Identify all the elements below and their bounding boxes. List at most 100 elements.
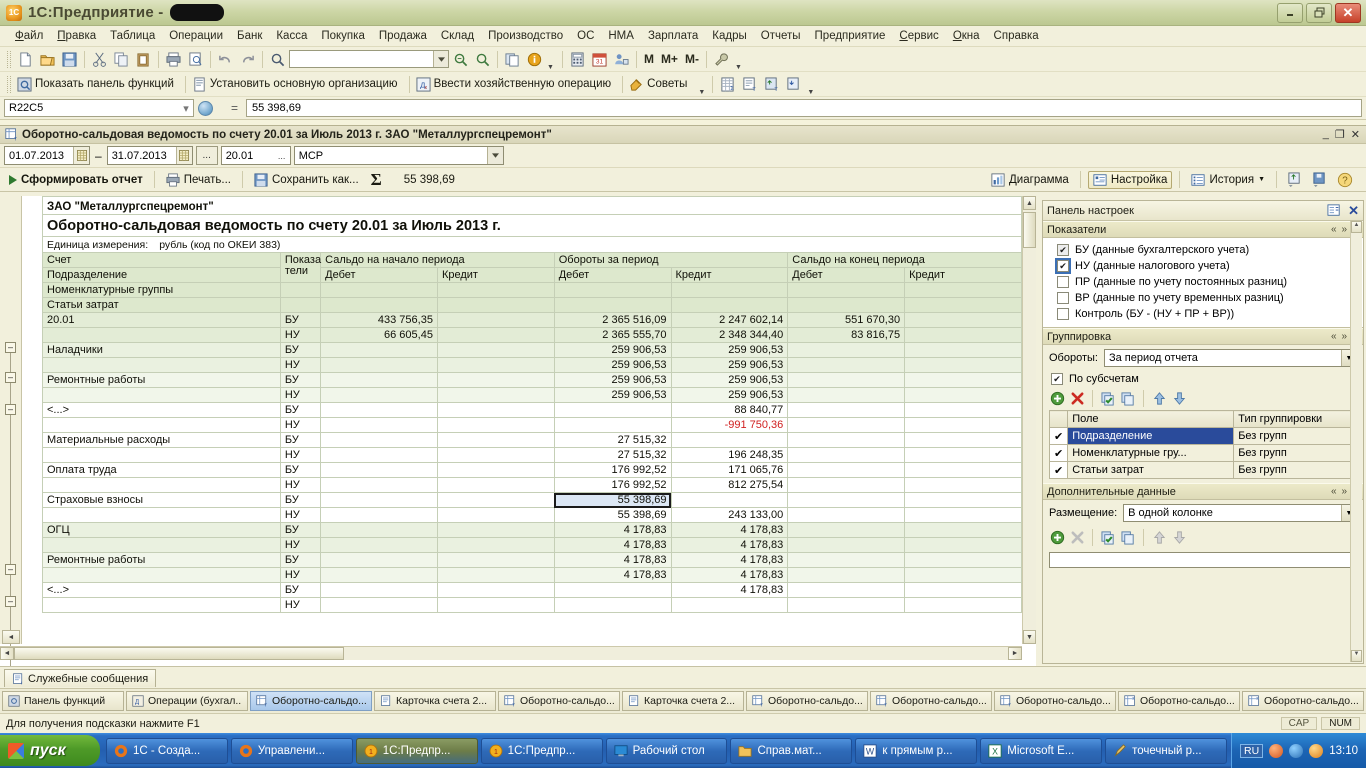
table-row[interactable]: Оплата труда БУ 176 992,52 171 065,76 — [42, 462, 1022, 478]
calendar-picker-icon-2[interactable] — [175, 147, 192, 164]
cell-turn-debit[interactable] — [553, 417, 672, 433]
cell-turn-credit[interactable]: 243 133,00 — [670, 507, 789, 523]
info-icon[interactable] — [524, 49, 545, 70]
move-down-icon[interactable] — [1171, 391, 1187, 407]
grouping-row-1[interactable]: ✔ Номенклатурные гру... Без групп — [1048, 444, 1357, 462]
history-chevron-down-icon[interactable]: ▼ — [1258, 176, 1265, 183]
cell-turn-credit[interactable]: 4 178,83 — [670, 567, 789, 583]
cell-label[interactable]: <...> — [42, 582, 281, 598]
add-additional-icon[interactable] — [1049, 530, 1065, 546]
cell-turn-debit[interactable]: 259 906,53 — [553, 357, 672, 373]
menu-item-18[interactable]: Справка — [987, 28, 1046, 44]
cell-start-credit[interactable] — [436, 537, 555, 553]
cell-end-debit[interactable] — [787, 387, 906, 403]
cell-end-debit[interactable] — [787, 402, 906, 418]
indicator-row-4[interactable]: Контроль (БУ - (НУ + ПР + ВР)) — [1043, 306, 1363, 322]
account-input[interactable]: 20.01 ... — [220, 146, 291, 165]
cell-start-debit[interactable] — [320, 342, 438, 358]
start-button[interactable]: пуск — [0, 735, 100, 766]
cell-start-credit[interactable] — [436, 432, 555, 448]
menu-item-4[interactable]: Банк — [230, 28, 269, 44]
taskbar-item-6[interactable]: Wк прямым р... — [855, 737, 978, 764]
additional-prev-icon[interactable]: « — [1331, 486, 1337, 497]
cell-start-debit[interactable] — [320, 597, 438, 613]
cell-start-debit[interactable] — [320, 522, 438, 538]
enter-business-operation-button[interactable]: Дк Ввести хозяйственную операцию — [414, 76, 619, 92]
window-tab-0[interactable]: Панель функций — [2, 691, 124, 711]
grouping-row-2[interactable]: ✔ Статьи затрат Без групп — [1048, 461, 1357, 479]
cell-label[interactable] — [42, 567, 281, 583]
cell-indicator[interactable]: БУ — [279, 552, 322, 568]
advice-dropdown-icon[interactable]: ▼ — [695, 89, 708, 96]
grouping-checkbox-0[interactable]: ✔ — [1048, 427, 1069, 445]
cell-turn-credit[interactable]: 812 275,54 — [670, 477, 789, 493]
calendar-icon[interactable]: 31 — [589, 49, 610, 70]
formula-value-input[interactable]: 55 398,69 — [246, 99, 1362, 117]
table-row[interactable]: НУ -991 750,36 — [42, 417, 1022, 433]
users-icon[interactable] — [611, 49, 632, 70]
outline-collapse-level5[interactable]: – — [5, 596, 16, 607]
cell-indicator[interactable]: НУ — [279, 597, 322, 613]
toolbar2-grip[interactable] — [7, 75, 11, 93]
cell-end-credit[interactable] — [904, 372, 1022, 388]
save-as-button[interactable]: Сохранить как... — [250, 172, 363, 188]
cell-end-credit[interactable] — [904, 357, 1022, 373]
cell-label[interactable]: <...> — [42, 402, 281, 418]
cell-turn-debit[interactable]: 2 365 516,09 — [553, 312, 672, 328]
maximize-button[interactable] — [1306, 2, 1332, 23]
cell-start-credit[interactable] — [436, 522, 555, 538]
tray-shield-icon[interactable] — [1269, 743, 1284, 758]
generate-report-button[interactable]: Сформировать отчет — [5, 173, 147, 187]
cell-label[interactable] — [42, 447, 281, 463]
redo-icon[interactable] — [237, 49, 258, 70]
cell-turn-credit[interactable] — [670, 492, 789, 508]
cell-end-credit[interactable] — [904, 567, 1022, 583]
table-row[interactable]: Ремонтные работы БУ 4 178,83 4 178,83 — [42, 552, 1022, 568]
cell-end-credit[interactable] — [904, 462, 1022, 478]
report-minimize-button[interactable]: _ — [1323, 128, 1329, 141]
load-settings-icon[interactable] — [1284, 169, 1305, 190]
search-input[interactable] — [289, 50, 449, 68]
cell-turn-credit[interactable]: 196 248,35 — [670, 447, 789, 463]
menu-item-15[interactable]: Предприятие — [808, 28, 893, 44]
account-select-icon[interactable]: ... — [274, 151, 290, 161]
cell-end-debit[interactable]: 83 816,75 — [787, 327, 906, 343]
date-period-select-button[interactable]: ... — [195, 146, 218, 165]
indicator-row-3[interactable]: ВР (данные по учету временных разниц) — [1043, 290, 1363, 306]
table-row[interactable]: НУ 176 992,52 812 275,54 — [42, 477, 1022, 493]
cell-turn-debit[interactable]: 4 178,83 — [553, 567, 672, 583]
menu-item-17[interactable]: Окна — [946, 28, 987, 44]
show-functions-panel-button[interactable]: Показать панель функций — [15, 76, 181, 92]
cell-start-credit[interactable] — [436, 357, 555, 373]
table-row[interactable]: Наладчики БУ 259 906,53 259 906,53 — [42, 342, 1022, 358]
cell-turn-debit[interactable]: 259 906,53 — [553, 387, 672, 403]
set-main-organization-button[interactable]: Установить основную организацию — [190, 76, 405, 92]
table-row[interactable]: Ремонтные работы БУ 259 906,53 259 906,53 — [42, 372, 1022, 388]
move-up-additional-icon[interactable] — [1151, 530, 1167, 546]
indicator-checkbox-0[interactable]: ✔ — [1057, 244, 1069, 256]
window-tab-10[interactable]: Σ Оборотно-сальдо... — [1242, 691, 1364, 711]
cell-start-debit[interactable] — [320, 447, 438, 463]
cell-start-credit[interactable] — [436, 447, 555, 463]
cell-end-credit[interactable] — [904, 432, 1022, 448]
cell-turn-credit[interactable]: 4 178,83 — [670, 522, 789, 538]
grouping-field-1[interactable]: Номенклатурные гру... — [1067, 444, 1235, 462]
copy-icon[interactable] — [111, 49, 132, 70]
grouping-type-2[interactable]: Без групп — [1233, 461, 1357, 479]
cell-start-credit[interactable] — [436, 552, 555, 568]
cell-indicator[interactable]: НУ — [279, 567, 322, 583]
table-row[interactable]: 20.01 БУ 433 756,35 2 365 516,09 2 247 602,1… — [42, 312, 1022, 328]
cell-turn-credit[interactable]: 259 906,53 — [670, 387, 789, 403]
organization-chevron-down-icon[interactable] — [486, 147, 503, 164]
report-horizontal-scrollbar[interactable]: ◄ ► — [0, 646, 1022, 660]
cell-label[interactable]: Ремонтные работы — [42, 552, 281, 568]
cell-turn-debit[interactable]: 27 515,32 — [553, 432, 672, 448]
cell-end-debit[interactable] — [787, 432, 906, 448]
cell-indicator[interactable]: НУ — [279, 417, 322, 433]
table-row[interactable]: ОГЦ БУ 4 178,83 4 178,83 — [42, 522, 1022, 538]
settings-panel-scrollbar[interactable]: ▲ ▼ — [1350, 221, 1362, 662]
menu-item-12[interactable]: Зарплата — [641, 28, 705, 44]
move-up-icon[interactable] — [1151, 391, 1167, 407]
cell-indicator[interactable]: НУ — [279, 537, 322, 553]
cell-indicator[interactable]: БУ — [279, 462, 322, 478]
